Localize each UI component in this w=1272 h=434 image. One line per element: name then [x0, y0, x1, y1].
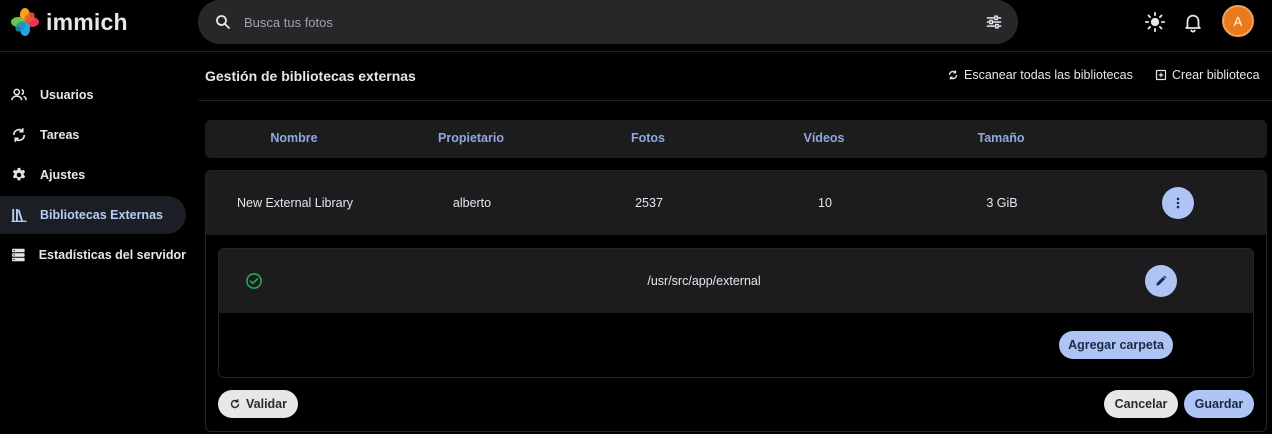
library-video-count: 10 [818, 196, 832, 210]
page-title: Gestión de bibliotecas externas [205, 68, 416, 84]
column-header-photos: Fotos [630, 131, 666, 145]
theme-toggle-icon[interactable] [1144, 11, 1166, 33]
check-circle-icon [246, 273, 262, 289]
user-avatar[interactable]: A [1222, 5, 1254, 37]
notifications-bell-icon[interactable] [1182, 11, 1204, 33]
import-paths-box: /usr/src/app/external Agregar carpeta [218, 248, 1254, 378]
immich-logo-icon [11, 8, 39, 36]
library-table-header: Nombre Propietario Fotos Vídeos Tamaño [205, 120, 1267, 158]
sidebar-item-label: Tareas [40, 128, 80, 142]
sidebar-item-external-libraries[interactable]: Bibliotecas Externas [0, 196, 186, 234]
search-bar[interactable] [198, 0, 1018, 44]
pencil-icon [1156, 275, 1167, 286]
library-owner: alberto [452, 196, 492, 210]
column-header-size: Tamaño [977, 131, 1025, 145]
create-library-label: Crear biblioteca [1172, 68, 1260, 82]
edit-import-path-button[interactable] [1145, 265, 1177, 297]
refresh-icon [948, 70, 958, 80]
sidebar-item-label: Ajustes [40, 168, 86, 182]
app-name: immich [46, 8, 128, 35]
search-icon [216, 15, 230, 29]
sidebar-item-users[interactable]: Usuarios [0, 76, 186, 114]
sync-icon [12, 128, 26, 142]
create-library-button[interactable]: Crear biblioteca [1155, 68, 1260, 82]
sidebar-item-server-stats[interactable]: Estadísticas del servidor [0, 236, 186, 274]
sidebar-item-label: Bibliotecas Externas [40, 208, 163, 222]
library-size: 3 GiB [986, 196, 1018, 210]
gear-icon [12, 167, 26, 181]
server-icon [12, 248, 25, 262]
cancel-button[interactable]: Cancelar [1104, 390, 1178, 418]
search-filter-icon[interactable] [984, 12, 1004, 32]
save-button[interactable]: Guardar [1184, 390, 1254, 418]
validate-button[interactable]: Validar [218, 390, 298, 418]
sidebar-item-label: Estadísticas del servidor [38, 248, 186, 262]
validate-label: Validar [246, 397, 287, 411]
column-header-owner: Propietario [438, 131, 504, 145]
search-input[interactable] [244, 0, 964, 44]
header-divider [198, 100, 1272, 101]
table-row: New External Library alberto 2537 10 3 G… [206, 171, 1266, 235]
library-icon [11, 209, 27, 222]
library-card: New External Library alberto 2537 10 3 G… [205, 170, 1267, 432]
scan-all-libraries-button[interactable]: Escanear todas las bibliotecas [947, 68, 1133, 82]
admin-sidebar: Usuarios Tareas Ajustes Bibliotecas Exte… [0, 76, 190, 276]
add-folder-button[interactable]: Agregar carpeta [1059, 331, 1173, 359]
sidebar-item-jobs[interactable]: Tareas [0, 116, 186, 154]
import-path: /usr/src/app/external [647, 274, 761, 288]
users-icon [11, 88, 27, 101]
top-bar: immich A [0, 0, 1272, 52]
refresh-icon [230, 399, 240, 409]
sidebar-item-label: Usuarios [40, 88, 94, 102]
sidebar-item-settings[interactable]: Ajustes [0, 156, 186, 194]
more-vertical-icon [1176, 197, 1180, 209]
library-options-button[interactable] [1162, 187, 1194, 219]
scan-all-label: Escanear todas las bibliotecas [964, 68, 1133, 82]
library-photo-count: 2537 [635, 196, 663, 210]
column-header-videos: Vídeos [803, 131, 845, 145]
import-path-row: /usr/src/app/external [219, 249, 1253, 313]
app-logo[interactable]: immich [10, 6, 128, 38]
plus-box-icon [1155, 69, 1167, 81]
column-header-name: Nombre [270, 131, 318, 145]
library-name: New External Library [236, 196, 354, 210]
